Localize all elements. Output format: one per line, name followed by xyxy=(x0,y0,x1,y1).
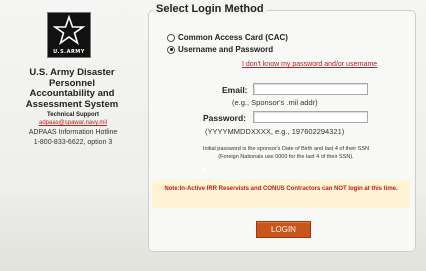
support-email-link[interactable]: adpaas@spawar.navy.mil xyxy=(0,120,146,126)
hotline-line: 1-800-833-6622, option 3 xyxy=(33,138,113,146)
army-logo: U.S.ARMY xyxy=(47,12,91,58)
hotline-line: ADPAAS Information Hotline xyxy=(28,129,118,136)
org-title-line: Assessment System xyxy=(25,98,119,110)
initial-password-note: Initial password is the sponsor's Date o… xyxy=(160,145,412,161)
hotline-info: ADPAAS Information Hotline 1-800-833-662… xyxy=(0,128,146,147)
logo-text: U.S.ARMY xyxy=(53,49,85,55)
branding-panel: U.S.ARMY U.S. Army Disaster Personnel Ac… xyxy=(0,0,146,271)
org-title: U.S. Army Disaster Personnel Accountabil… xyxy=(2,67,142,110)
radio-button-selected[interactable] xyxy=(167,45,175,54)
password-field[interactable] xyxy=(253,111,368,123)
radio-label: Common Access Card (CAC) xyxy=(178,33,288,42)
note-line: Initial password is the sponsor's Date o… xyxy=(202,146,370,152)
login-legend: Select Login Method xyxy=(153,3,267,15)
forgot-credentials-link[interactable]: I don't know my password and/or username xyxy=(242,61,377,68)
decorative-arrow-icon xyxy=(202,166,208,174)
email-hint: (e.g., Sponsor's .mil addr) xyxy=(232,98,318,107)
password-label: Password: xyxy=(203,113,246,123)
radio-cac[interactable]: Common Access Card (CAC) xyxy=(167,33,288,42)
email-field[interactable] xyxy=(253,83,368,95)
support-title: Technical Support xyxy=(47,112,99,118)
warning-text: Note:In-Active IRR Reservists and CONUS … xyxy=(164,186,398,192)
org-title-line: Accountability and xyxy=(29,88,115,99)
password-hint: (YYYYMMDDXXXX, e.g., 197602294321) xyxy=(205,127,345,136)
email-label: Email: xyxy=(222,85,248,95)
note-line: (Foreign Nationals use 0000 for the last… xyxy=(218,154,354,160)
radio-username-password[interactable]: Username and Password xyxy=(167,45,273,54)
army-star-icon xyxy=(52,15,86,45)
org-title-line: U.S. Army Disaster xyxy=(29,67,115,78)
radio-label: Username and Password xyxy=(178,45,274,54)
login-button[interactable]: LOGIN xyxy=(256,221,311,238)
radio-button[interactable] xyxy=(167,33,175,42)
